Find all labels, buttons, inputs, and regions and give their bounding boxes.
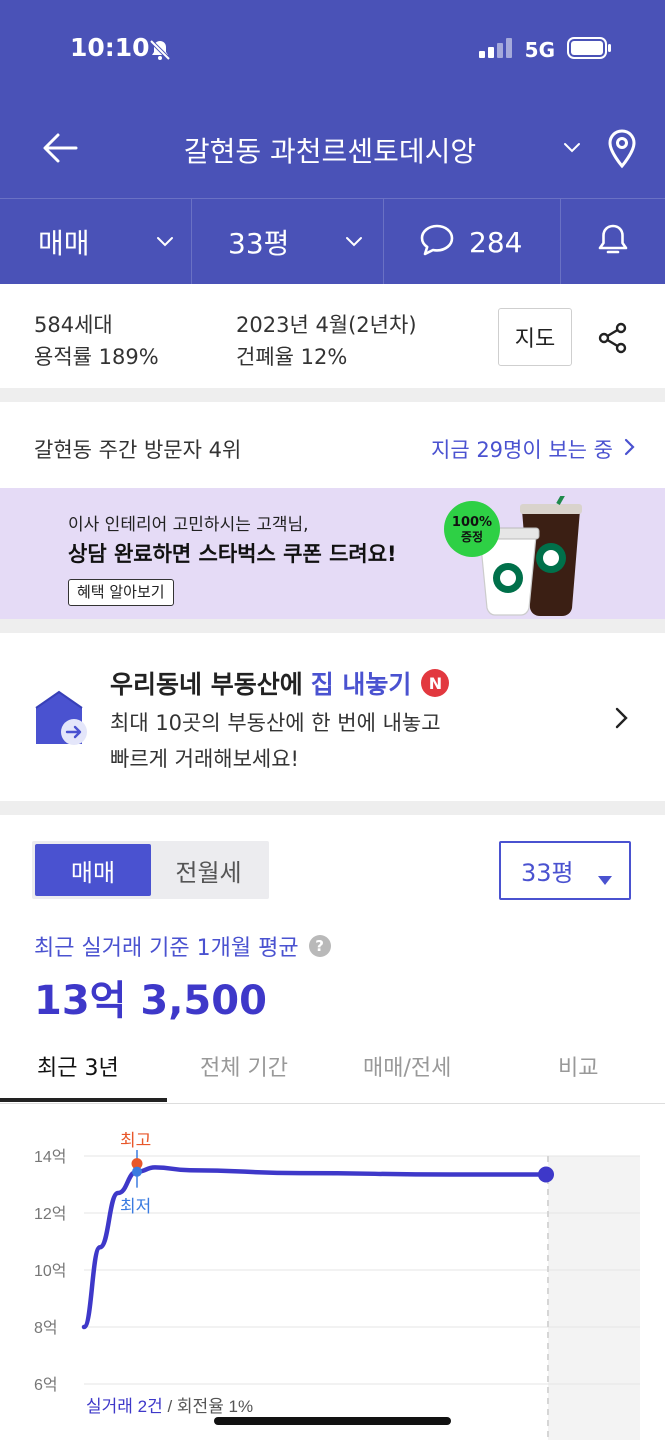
network-label: 5G: [524, 38, 555, 62]
deal-type-select[interactable]: 매매: [0, 199, 192, 285]
chat-bubble-icon: [419, 223, 455, 261]
divider: [0, 801, 665, 815]
price-chart-svg: 14억 12억 10억 8억 6억 최고 최저 실거래 2건 / 회전율 1%: [34, 1131, 640, 1440]
tab-recent-3y[interactable]: 최근 3년: [37, 1050, 119, 1082]
latest-point[interactable]: [538, 1166, 554, 1183]
status-indicators: 5G: [478, 36, 613, 64]
benefit-button[interactable]: 혜택 알아보기: [68, 579, 174, 606]
low-marker: [132, 1166, 142, 1177]
size-dropdown[interactable]: 33평: [499, 841, 631, 900]
promo-title-prefix: 우리동네 부동산에: [110, 670, 303, 699]
turnover-text: / 회전율 1%: [163, 1397, 253, 1416]
promo-description: 최대 10곳의 부동산에 한 번에 내놓고 빠르게 거래해보세요!: [110, 705, 441, 777]
chevron-right-icon: [623, 437, 635, 461]
chevron-right-icon: [614, 707, 628, 733]
banner-line-1: 이사 인테리어 고민하시는 고객님,: [68, 515, 309, 535]
back-arrow-icon[interactable]: [40, 130, 80, 170]
size-select[interactable]: 33평: [192, 199, 384, 285]
built-date: 2023년 4월(2년차): [236, 313, 417, 337]
price-chart[interactable]: 14억 12억 10억 8억 6억 최고 최저 실거래 2건 / 회전율 1%: [0, 1104, 665, 1440]
y-tick-label: 6억: [34, 1376, 58, 1394]
status-time: 10:10: [70, 33, 150, 62]
price-series-line: [81, 1165, 549, 1330]
alert-button[interactable]: [561, 199, 665, 285]
house-arrow-icon: [32, 688, 92, 752]
tab-compare[interactable]: 비교: [558, 1050, 598, 1082]
help-icon[interactable]: ?: [308, 935, 331, 957]
watching-now-label: 지금 29명이 보는 중: [431, 438, 613, 462]
promo-desc-line-2: 빠르게 거래해보세요!: [110, 747, 299, 771]
size-label: 33평: [228, 227, 290, 260]
caret-down-icon: [597, 865, 613, 893]
promo-desc-line-1: 최대 10곳의 부동산에 한 번에 내놓고: [110, 711, 441, 735]
segment-sale[interactable]: 매매: [35, 844, 151, 896]
divider: [0, 619, 665, 633]
comments-button[interactable]: 284: [384, 199, 561, 285]
tab-sale-jeonse[interactable]: 매매/전세: [363, 1050, 451, 1082]
trade-count-text: 실거래 2건: [86, 1397, 163, 1416]
complex-info: 584세대 용적률 189% 2023년 4월(2년차) 건폐율 12% 지도: [0, 284, 665, 388]
bell-icon: [596, 222, 630, 262]
average-label-text: 최근 실거래 기준 1개월 평균: [34, 936, 299, 961]
households: 584세대: [34, 313, 113, 337]
promo-title: 우리동네 부동산에 집 내놓기 N: [110, 665, 450, 701]
list-property-promo[interactable]: 우리동네 부동산에 집 내놓기 N 최대 10곳의 부동산에 한 번에 내놓고 …: [0, 633, 665, 801]
mute-icon: [148, 38, 172, 66]
comment-count: 284: [469, 225, 523, 259]
active-tab-indicator: [0, 1098, 167, 1102]
badge-line-1: 100%: [451, 514, 493, 530]
complex-title[interactable]: 갈현동 과천르센토데시앙: [130, 130, 530, 170]
size-dropdown-label: 33평: [521, 859, 574, 887]
signal-icon: [478, 38, 513, 62]
map-button[interactable]: 지도: [498, 308, 572, 366]
promo-title-highlight: 집 내놓기: [310, 670, 412, 699]
location-pin-icon[interactable]: [604, 128, 640, 174]
average-price: 13억 3,500: [34, 978, 267, 1024]
promo-banner[interactable]: 이사 인테리어 고민하시는 고객님, 상담 완료하면 스타벅스 쿠폰 드려요! …: [0, 488, 665, 619]
high-label: 최고: [120, 1131, 151, 1150]
chevron-down-icon[interactable]: [562, 140, 582, 159]
divider: [0, 388, 665, 402]
y-tick-label: 12억: [34, 1205, 67, 1223]
floor-area-ratio: 용적률 189%: [34, 345, 159, 369]
y-tick-label: 8억: [34, 1319, 58, 1337]
segment-rent[interactable]: 전월세: [151, 844, 266, 896]
average-label: 최근 실거래 기준 1개월 평균 ?: [34, 930, 331, 962]
visitor-row[interactable]: 갈현동 주간 방문자 4위 지금 29명이 보는 중: [0, 402, 665, 488]
badge-line-2: 증정: [460, 529, 484, 544]
trade-count: 실거래 2건 / 회전율 1%: [86, 1397, 253, 1416]
banner-line-2: 상담 완료하면 스타벅스 쿠폰 드려요!: [68, 542, 397, 566]
share-icon[interactable]: [598, 322, 628, 358]
battery-icon: [567, 36, 613, 64]
watching-now-link[interactable]: 지금 29명이 보는 중: [431, 434, 635, 464]
chevron-down-icon: [345, 233, 363, 252]
visitor-rank: 갈현동 주간 방문자 4위: [34, 438, 242, 462]
coverage-ratio: 건폐율 12%: [236, 345, 348, 369]
period-tabs: 최근 3년 전체 기간 매매/전세 비교: [0, 1032, 665, 1104]
deal-type-toggle: 매매 전월세: [32, 841, 269, 899]
y-tick-label: 14억: [34, 1148, 67, 1166]
low-label: 최저: [120, 1197, 151, 1216]
deal-type-label: 매매: [38, 227, 90, 260]
new-badge: N: [421, 669, 450, 697]
filter-bar: 매매 33평 284: [0, 198, 665, 285]
free-gift-badge: 100% 증정: [444, 501, 500, 557]
top-app-bar: 10:10 5G 갈현동 과천르센토데시앙 매매 33평 284: [0, 0, 665, 285]
chart-future-area: [548, 1156, 640, 1440]
y-tick-label: 10억: [34, 1262, 67, 1280]
chevron-down-icon: [156, 233, 174, 252]
tab-all-period[interactable]: 전체 기간: [200, 1050, 288, 1082]
home-indicator: [214, 1417, 451, 1425]
